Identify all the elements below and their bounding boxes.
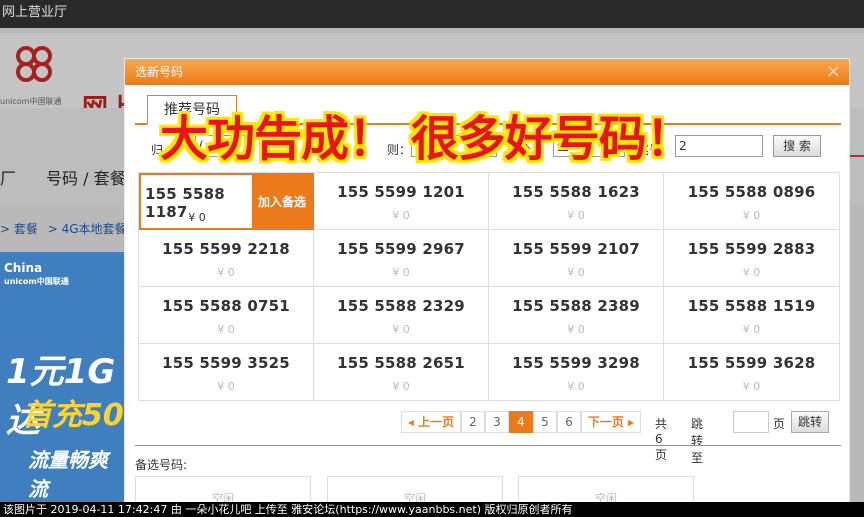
banner-logo-line1: China: [4, 261, 43, 275]
background-nav-item-first[interactable]: 厂: [0, 165, 16, 189]
number-card[interactable]: 155 5599 3628 ¥ 0: [664, 344, 840, 401]
number-price: ¥ 0: [392, 266, 410, 279]
phone-number: 155 5599 3628: [687, 354, 816, 372]
search-button[interactable]: 搜 索: [773, 135, 821, 157]
background-logo-text: unicom中国联通: [0, 97, 62, 106]
phone-number: 155 5588 2651: [337, 354, 465, 372]
number-card[interactable]: 155 5588 0751 ¥ 0: [139, 287, 314, 344]
number-price: ¥ 0: [742, 323, 761, 336]
total-pages: 共6页: [655, 417, 668, 462]
phone-number: 155 5599 2883: [687, 240, 816, 258]
number-card[interactable]: 155 5588 2329 ¥ 0: [314, 287, 489, 344]
upload-watermark: 该图片于 2019-04-11 17:42:47 由 一朵小花儿吧 上传至 雅安…: [0, 502, 864, 517]
breadcrumb: > 套餐 > 4G本地套餐: [0, 220, 133, 237]
phone-number: 155 5599 2107: [512, 240, 640, 258]
number-card[interactable]: 155 5588 0896 ¥ 0: [664, 173, 840, 230]
number-price: ¥ 0: [217, 266, 235, 279]
phone-number: 155 5588 2389: [512, 297, 640, 315]
dialog-header: 选新号码 ×: [125, 59, 849, 85]
phone-number: 155 5599 1201: [337, 183, 465, 201]
phone-number: 155 5588 0896: [687, 183, 816, 201]
add-to-candidates-button[interactable]: 加入备选: [252, 175, 312, 228]
number-card[interactable]: 155 5599 2218 ¥ 0: [139, 230, 314, 287]
promo-banner[interactable]: China unicom中国联通 1元1G 达 首充50 流量畅爽 流: [0, 252, 125, 502]
phone-number: 155 5599 2218: [162, 240, 290, 258]
number-price: ¥ 0: [217, 380, 235, 393]
phone-number: 155 5588 0751: [162, 297, 290, 315]
phone-number: 155 5588 1623: [512, 183, 640, 201]
candidate-slot[interactable]: 空闲: [135, 476, 311, 505]
next-page-button[interactable]: 下一页 ▸: [581, 411, 641, 433]
number-price: ¥ 0: [392, 380, 410, 393]
phone-number: 155 5599 3525: [162, 354, 290, 372]
banner-logo: China unicom中国联通: [4, 262, 69, 288]
phone-number: 155 5588 1519: [687, 297, 816, 315]
background-divider: [850, 155, 864, 157]
phone-number: 155 5599 3298: [512, 354, 640, 372]
number-card[interactable]: 155 5599 1201 ¥ 0: [314, 173, 489, 230]
page-button[interactable]: 3: [485, 411, 509, 433]
number-card[interactable]: 155 5599 2967 ¥ 0: [314, 230, 489, 287]
number-card[interactable]: 155 5599 3298 ¥ 0: [489, 344, 664, 401]
page-button[interactable]: 6: [557, 411, 581, 433]
page-button[interactable]: 2: [461, 411, 485, 433]
dialog-title: 选新号码: [135, 65, 184, 79]
banner-line3: 流量畅爽 流: [28, 448, 108, 501]
breadcrumb-item[interactable]: > 4G本地套餐: [48, 222, 127, 236]
phone-number: 155 5599 2967: [337, 240, 465, 258]
number-price: ¥ 0: [742, 266, 761, 279]
phone-number: 155 5588 2329: [337, 297, 465, 315]
prev-page-button[interactable]: ◂ 上一页: [401, 411, 461, 433]
number-card[interactable]: 155 5588 1623 ¥ 0: [489, 173, 664, 230]
number-price: ¥ 0: [392, 323, 410, 336]
number-card[interactable]: 155 5599 3525 ¥ 0: [139, 344, 314, 401]
unicom-logo-icon: [16, 46, 52, 82]
number-price: ¥ 0: [742, 209, 761, 222]
number-card[interactable]: 155 5588 1519 ¥ 0: [664, 287, 840, 344]
candidates-label: 备选号码:: [135, 458, 188, 472]
candidate-slot[interactable]: 空闲: [518, 476, 694, 505]
number-price: ¥ 0: [188, 211, 206, 224]
candidate-slot[interactable]: 空闲: [327, 476, 503, 505]
banner-line2: 首充50: [22, 398, 124, 433]
number-price: ¥ 0: [567, 209, 585, 222]
page-button-current[interactable]: 4: [509, 411, 533, 433]
number-price: ¥ 0: [392, 209, 410, 222]
section-divider: [135, 445, 841, 446]
number-card[interactable]: 155 5599 2107 ¥ 0: [489, 230, 664, 287]
breadcrumb-item[interactable]: > 套餐: [0, 222, 38, 236]
jump-label: 跳转至: [691, 417, 704, 465]
background-nav-item-number[interactable]: 号码 / 套餐: [46, 165, 126, 189]
close-icon[interactable]: ×: [826, 61, 841, 83]
overlay-caption: 大功告成！ 很多好号码！: [160, 111, 694, 167]
number-price: ¥ 0: [742, 380, 761, 393]
jump-button[interactable]: 跳转: [791, 411, 829, 433]
number-price: ¥ 0: [567, 323, 585, 336]
number-price: ¥ 0: [567, 266, 585, 279]
number-card[interactable]: 155 5588 1187 ¥ 0 加入备选: [139, 173, 314, 230]
jump-page-input[interactable]: [733, 411, 769, 433]
number-price: ¥ 0: [567, 380, 585, 393]
number-card[interactable]: 155 5588 2651 ¥ 0: [314, 344, 489, 401]
number-card[interactable]: 155 5588 2389 ¥ 0: [489, 287, 664, 344]
page-button[interactable]: 5: [533, 411, 557, 433]
page-unit-label: 页: [773, 417, 786, 431]
number-grid: 155 5588 1187 ¥ 0 加入备选 155 5599 1201 ¥ 0 155 …: [138, 172, 840, 401]
number-price: ¥ 0: [217, 323, 235, 336]
number-card[interactable]: 155 5599 2883 ¥ 0: [664, 230, 840, 287]
window-title: 网上营业厅: [0, 0, 864, 28]
banner-logo-line2: unicom中国联通: [4, 277, 69, 286]
